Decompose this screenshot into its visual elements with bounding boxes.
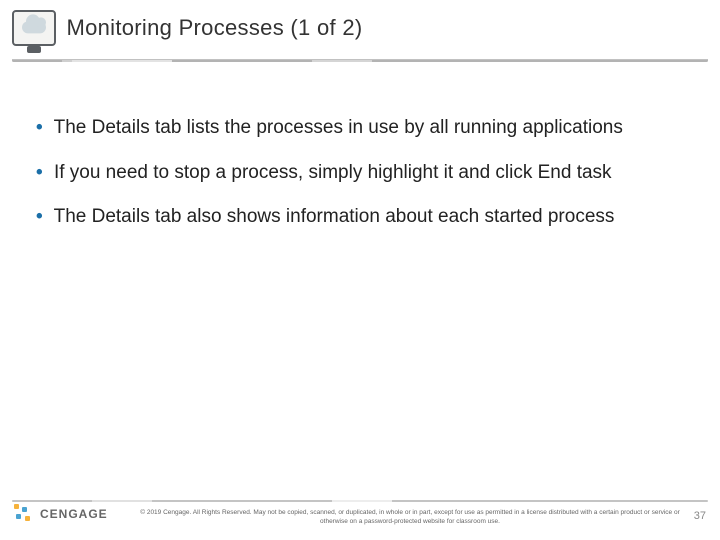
brand-logo: CENGAGE — [14, 504, 108, 524]
bullet-dot: • — [36, 117, 43, 138]
header-divider — [12, 59, 708, 62]
slide-body: • The Details tab lists the processes in… — [0, 60, 720, 230]
slide: Monitoring Processes (1 of 2) • The Deta… — [0, 0, 720, 540]
bullet-text: If you need to stop a process, simply hi… — [54, 162, 612, 183]
cloud-monitor-icon — [12, 10, 56, 46]
page-number: 37 — [694, 510, 706, 522]
footer-divider — [12, 500, 708, 502]
slide-title: Monitoring Processes (1 of 2) — [66, 15, 362, 41]
bullet-dot: • — [36, 162, 43, 183]
slide-header: Monitoring Processes (1 of 2) — [0, 0, 720, 60]
brand-logo-icon — [14, 504, 34, 524]
brand-logo-text: CENGAGE — [40, 507, 108, 521]
bullet-item: • If you need to stop a process, simply … — [36, 161, 680, 186]
copyright-text: © 2019 Cengage. All Rights Reserved. May… — [140, 509, 680, 526]
bullet-text: The Details tab also shows information a… — [54, 206, 615, 227]
bullet-item: • The Details tab also shows information… — [36, 205, 680, 230]
bullet-text: The Details tab lists the processes in u… — [54, 117, 623, 138]
bullet-dot: • — [36, 206, 43, 227]
bullet-item: • The Details tab lists the processes in… — [36, 116, 680, 141]
